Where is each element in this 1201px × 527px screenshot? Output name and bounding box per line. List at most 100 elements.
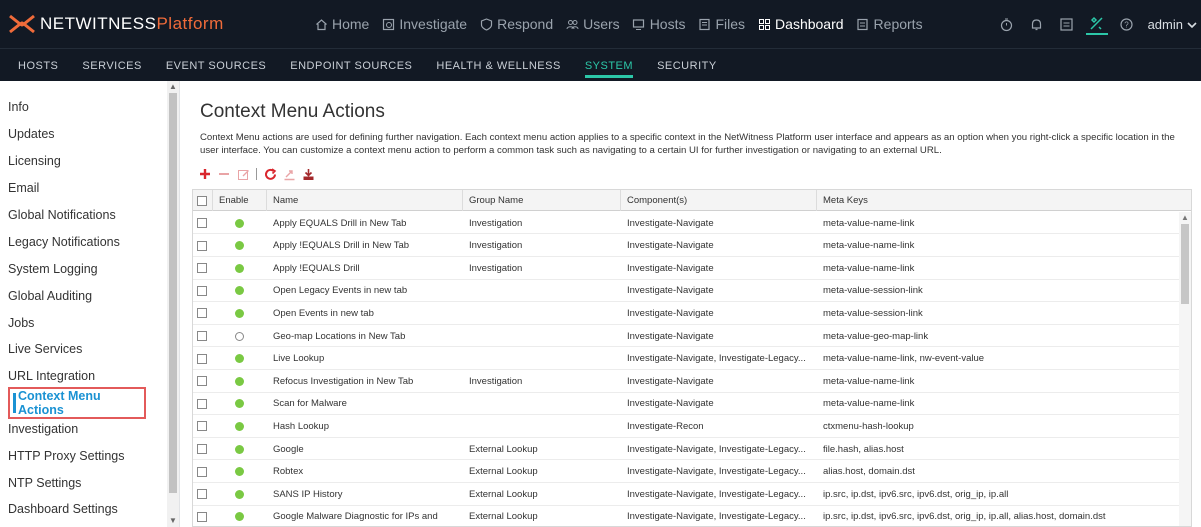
scroll-down-icon[interactable]: ▼ [169,517,177,525]
import-icon[interactable] [301,167,315,181]
enabled-status-icon [235,421,244,431]
sidebar-scrollbar[interactable]: ▲ ▼ [167,81,179,527]
row-checkbox[interactable] [197,218,207,228]
nav-dashboard[interactable]: Dashboard [757,14,844,34]
help-icon[interactable]: ? [1116,13,1138,35]
timer-icon[interactable] [996,13,1018,35]
table-row[interactable]: Open Events in new tab Investigate-Naviga… [193,302,1181,325]
meta-keys-cell: alias.host, domain.dst [823,466,915,478]
table-row[interactable]: Google Malware Diagnostic for IPs and Ext… [193,506,1181,526]
table-row[interactable]: Robtex External Lookup Investigate-Navigat… [193,461,1181,483]
enabled-status-icon [235,241,244,251]
nav-investigate[interactable]: Investigate [381,14,467,34]
tab-services[interactable]: SERVICES [70,49,153,82]
group-cell [463,302,621,324]
remove-icon[interactable] [217,167,231,181]
sidebar-item-system-logging[interactable]: System Logging [8,256,168,282]
sidebar-item-info[interactable]: Info [8,94,168,120]
sidebar-item-updates[interactable]: Updates [8,121,168,147]
sidebar-item-live-services[interactable]: Live Services [8,336,168,362]
column-header-meta-keys[interactable]: Meta Keys [817,190,1191,211]
column-header-group-name[interactable]: Group Name [463,190,621,211]
components-cell: Investigate-Recon [627,420,704,432]
refresh-icon[interactable] [263,167,277,181]
column-header-components[interactable]: Component(s) [621,190,817,211]
row-checkbox[interactable] [197,308,207,319]
row-checkbox[interactable] [197,353,207,364]
row-checkbox[interactable] [197,398,207,409]
nav-files[interactable]: Files [697,14,745,34]
tab-security[interactable]: SECURITY [645,49,729,82]
sidebar-item-url-integration[interactable]: URL Integration [8,363,168,389]
brand-logo[interactable]: NETWITNESSPlatform [8,12,224,36]
row-checkbox[interactable] [197,331,207,341]
row-checkbox[interactable] [197,489,207,500]
row-checkbox[interactable] [197,376,207,387]
sidebar-item-legacy-notifications[interactable]: Legacy Notifications [8,229,168,255]
row-select-cell [193,280,213,302]
chevron-down-icon [1187,17,1197,32]
sidebar-item-dashboard-settings[interactable]: Dashboard Settings [8,496,168,522]
sidebar-item-licensing[interactable]: Licensing [8,148,168,174]
sidebar-item-global-auditing[interactable]: Global Auditing [8,283,168,309]
group-cell [463,348,621,370]
tab-hosts[interactable]: HOSTS [6,49,70,82]
tab-system[interactable]: SYSTEM [573,49,645,82]
column-header-name[interactable]: Name [267,190,463,211]
row-checkbox[interactable] [197,511,207,522]
nav-hosts[interactable]: Hosts [632,14,685,34]
scroll-up-icon[interactable]: ▲ [1181,214,1189,222]
grid-scrollbar[interactable]: ▲ [1179,212,1191,526]
enabled-status-icon [235,444,244,454]
table-row[interactable]: Refocus Investigation in New Tab Investig… [193,370,1181,393]
row-checkbox[interactable] [197,466,207,477]
row-checkbox[interactable] [197,240,207,251]
nav-respond[interactable]: Respond [479,14,553,34]
meta-keys-cell: file.hash, alias.host [823,443,904,455]
select-all-checkbox[interactable] [197,195,207,206]
tab-health-wellness[interactable]: HEALTH & WELLNESS [424,49,572,82]
system-sidebar: Info Updates Licensing Email Global Noti… [0,81,180,527]
row-select-cell [193,325,213,347]
nav-users[interactable]: Users [565,14,620,34]
bell-icon[interactable] [1026,13,1048,35]
table-row[interactable]: Google External Lookup Investigate-Navigat… [193,438,1181,461]
table-row[interactable]: Geo-map Locations in New Tab Investigate-… [193,325,1181,348]
row-checkbox[interactable] [197,444,207,454]
sidebar-item-http-proxy-settings[interactable]: HTTP Proxy Settings [8,443,168,469]
add-icon[interactable] [198,167,212,181]
sidebar-item-ntp-settings[interactable]: NTP Settings [8,470,168,496]
table-row[interactable]: SANS IP History External Lookup Investigat… [193,483,1181,506]
table-row[interactable]: Scan for Malware Investigate-Navigate meta… [193,393,1181,416]
row-checkbox[interactable] [197,421,207,432]
column-header-enable[interactable]: Enable [213,190,267,211]
sidebar-item-email[interactable]: Email [8,175,168,201]
scroll-up-icon[interactable]: ▲ [169,83,177,91]
sidebar-item-global-notifications[interactable]: Global Notifications [8,202,168,228]
main-nav: Home Investigate Respond Users Hosts Fil… [314,14,935,34]
table-row[interactable]: Apply EQUALS Drill in New Tab Investigati… [193,212,1181,235]
row-checkbox[interactable] [197,263,207,274]
tasks-icon[interactable] [1056,13,1078,35]
table-row[interactable]: Apply !EQUALS Drill Investigation Investig… [193,257,1181,280]
edit-icon[interactable] [236,167,250,181]
table-row[interactable]: Live Lookup Investigate-Navigate, Investi… [193,348,1181,370]
components-cell: Investigate-Navigate, Investigate-Legacy… [627,353,806,365]
export-icon[interactable] [282,167,296,181]
nav-home[interactable]: Home [314,14,369,34]
user-menu[interactable]: admin [1148,17,1197,32]
row-checkbox[interactable] [197,285,207,296]
table-row[interactable]: Apply !EQUALS Drill in New Tab Investigat… [193,235,1181,257]
table-row[interactable]: Hash Lookup Investigate-Recon ctxmenu-hash… [193,415,1181,438]
table-row[interactable]: Open Legacy Events in new tab Investigate… [193,280,1181,303]
tab-event-sources[interactable]: EVENT SOURCES [154,49,278,82]
meta-keys-cell: meta-value-name-link, nw-event-value [823,353,985,365]
sidebar-item-context-menu-actions[interactable]: Context Menu Actions [8,387,146,419]
sidebar-item-investigation[interactable]: Investigation [8,416,168,442]
admin-tools-icon[interactable] [1085,13,1108,35]
tab-endpoint-sources[interactable]: ENDPOINT SOURCES [278,49,424,82]
sidebar-item-jobs[interactable]: Jobs [8,310,168,336]
scrollbar-thumb[interactable] [169,93,177,493]
nav-reports[interactable]: Reports [856,14,923,34]
scrollbar-thumb[interactable] [1181,224,1189,304]
